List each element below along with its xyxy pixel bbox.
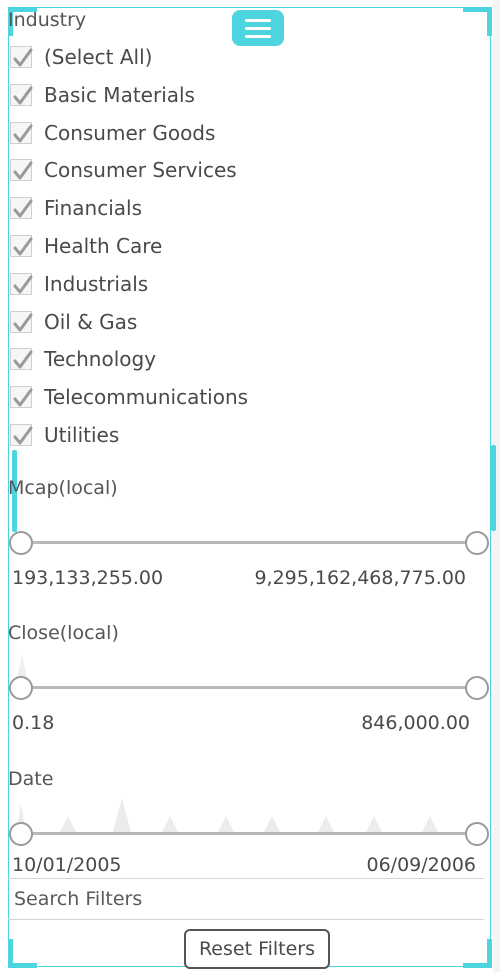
close-slider-track[interactable]	[20, 686, 478, 689]
checkmark-icon	[13, 388, 33, 407]
close-max-value: 846,000.00	[361, 712, 470, 734]
industry-option[interactable]: Basic Materials	[10, 80, 195, 110]
industry-option-label: Financials	[44, 196, 142, 220]
mcap-min-value: 193,133,255.00	[12, 567, 164, 589]
mcap-max-handle[interactable]	[465, 531, 489, 555]
checkbox[interactable]	[10, 84, 33, 106]
industry-option-label: Consumer Goods	[44, 121, 216, 145]
resize-corner-bottom-left[interactable]	[8, 939, 37, 968]
industry-option-label: Basic Materials	[44, 83, 195, 107]
checkmark-icon	[13, 161, 33, 180]
industry-option[interactable]: Consumer Goods	[10, 118, 215, 148]
checkbox[interactable]	[10, 348, 33, 370]
industry-option-label: (Select All)	[44, 45, 153, 69]
checkmark-icon	[13, 48, 33, 67]
checkbox[interactable]	[10, 386, 33, 408]
industry-option[interactable]: Telecommunications	[10, 382, 248, 412]
date-min-value: 10/01/2005	[12, 854, 122, 876]
close-label: Close(local)	[8, 622, 119, 644]
date-max-value: 06/09/2006	[366, 854, 476, 876]
checkbox[interactable]	[10, 159, 33, 181]
checkmark-icon	[13, 124, 33, 143]
mcap-label: Mcap(local)	[8, 477, 118, 499]
industry-option-label: Utilities	[44, 423, 120, 447]
mcap-slider-track[interactable]	[20, 541, 478, 544]
date-min-handle[interactable]	[9, 822, 33, 846]
industry-label: Industry	[8, 9, 87, 31]
mcap-max-value: 9,295,162,468,775.00	[254, 567, 466, 589]
close-min-handle[interactable]	[9, 676, 33, 700]
search-filters-box	[8, 878, 496, 920]
checkbox[interactable]	[10, 46, 33, 68]
date-slider-track[interactable]	[20, 832, 478, 835]
industry-option-label: Industrials	[44, 272, 149, 296]
checkbox[interactable]	[10, 311, 33, 333]
mcap-min-handle[interactable]	[9, 531, 33, 555]
drag-handle-icon[interactable]	[232, 10, 284, 46]
industry-option[interactable]: Health Care	[10, 231, 162, 261]
checkbox[interactable]	[10, 424, 33, 446]
industry-option[interactable]: (Select All)	[10, 42, 152, 72]
checkbox[interactable]	[10, 235, 33, 257]
industry-option[interactable]: Utilities	[10, 420, 119, 450]
industry-option[interactable]: Oil & Gas	[10, 307, 137, 337]
checkbox[interactable]	[10, 122, 33, 144]
industry-option-label: Technology	[44, 347, 157, 371]
industry-option-label: Oil & Gas	[44, 310, 138, 334]
close-distribution-sparkline	[17, 654, 27, 678]
resize-corner-bottom-right[interactable]	[463, 939, 492, 968]
close-max-handle[interactable]	[465, 676, 489, 700]
industry-option-label: Telecommunications	[44, 385, 249, 409]
date-distribution-sparkline	[16, 798, 438, 832]
industry-option[interactable]: Technology	[10, 344, 156, 374]
reset-filters-button[interactable]: Reset Filters	[184, 929, 330, 969]
industry-option[interactable]: Financials	[10, 193, 142, 223]
checkmark-icon	[13, 426, 33, 445]
checkmark-icon	[13, 350, 33, 369]
checkmark-icon	[13, 86, 33, 105]
date-max-handle[interactable]	[465, 822, 489, 846]
industry-option[interactable]: Consumer Services	[10, 155, 237, 185]
date-label: Date	[8, 768, 54, 790]
industry-option-label: Consumer Services	[44, 158, 237, 182]
industry-option-label: Health Care	[44, 234, 163, 258]
checkbox[interactable]	[10, 273, 33, 295]
industry-option[interactable]: Industrials	[10, 269, 148, 299]
checkmark-icon	[13, 313, 33, 332]
checkmark-icon	[13, 237, 33, 256]
checkmark-icon	[13, 275, 33, 294]
close-min-value: 0.18	[12, 712, 55, 734]
checkbox[interactable]	[10, 197, 33, 219]
resize-corner-top-right[interactable]	[463, 7, 492, 36]
checkmark-icon	[13, 199, 33, 218]
search-filters-input[interactable]	[8, 879, 496, 919]
resize-handle-right[interactable]	[491, 445, 496, 531]
